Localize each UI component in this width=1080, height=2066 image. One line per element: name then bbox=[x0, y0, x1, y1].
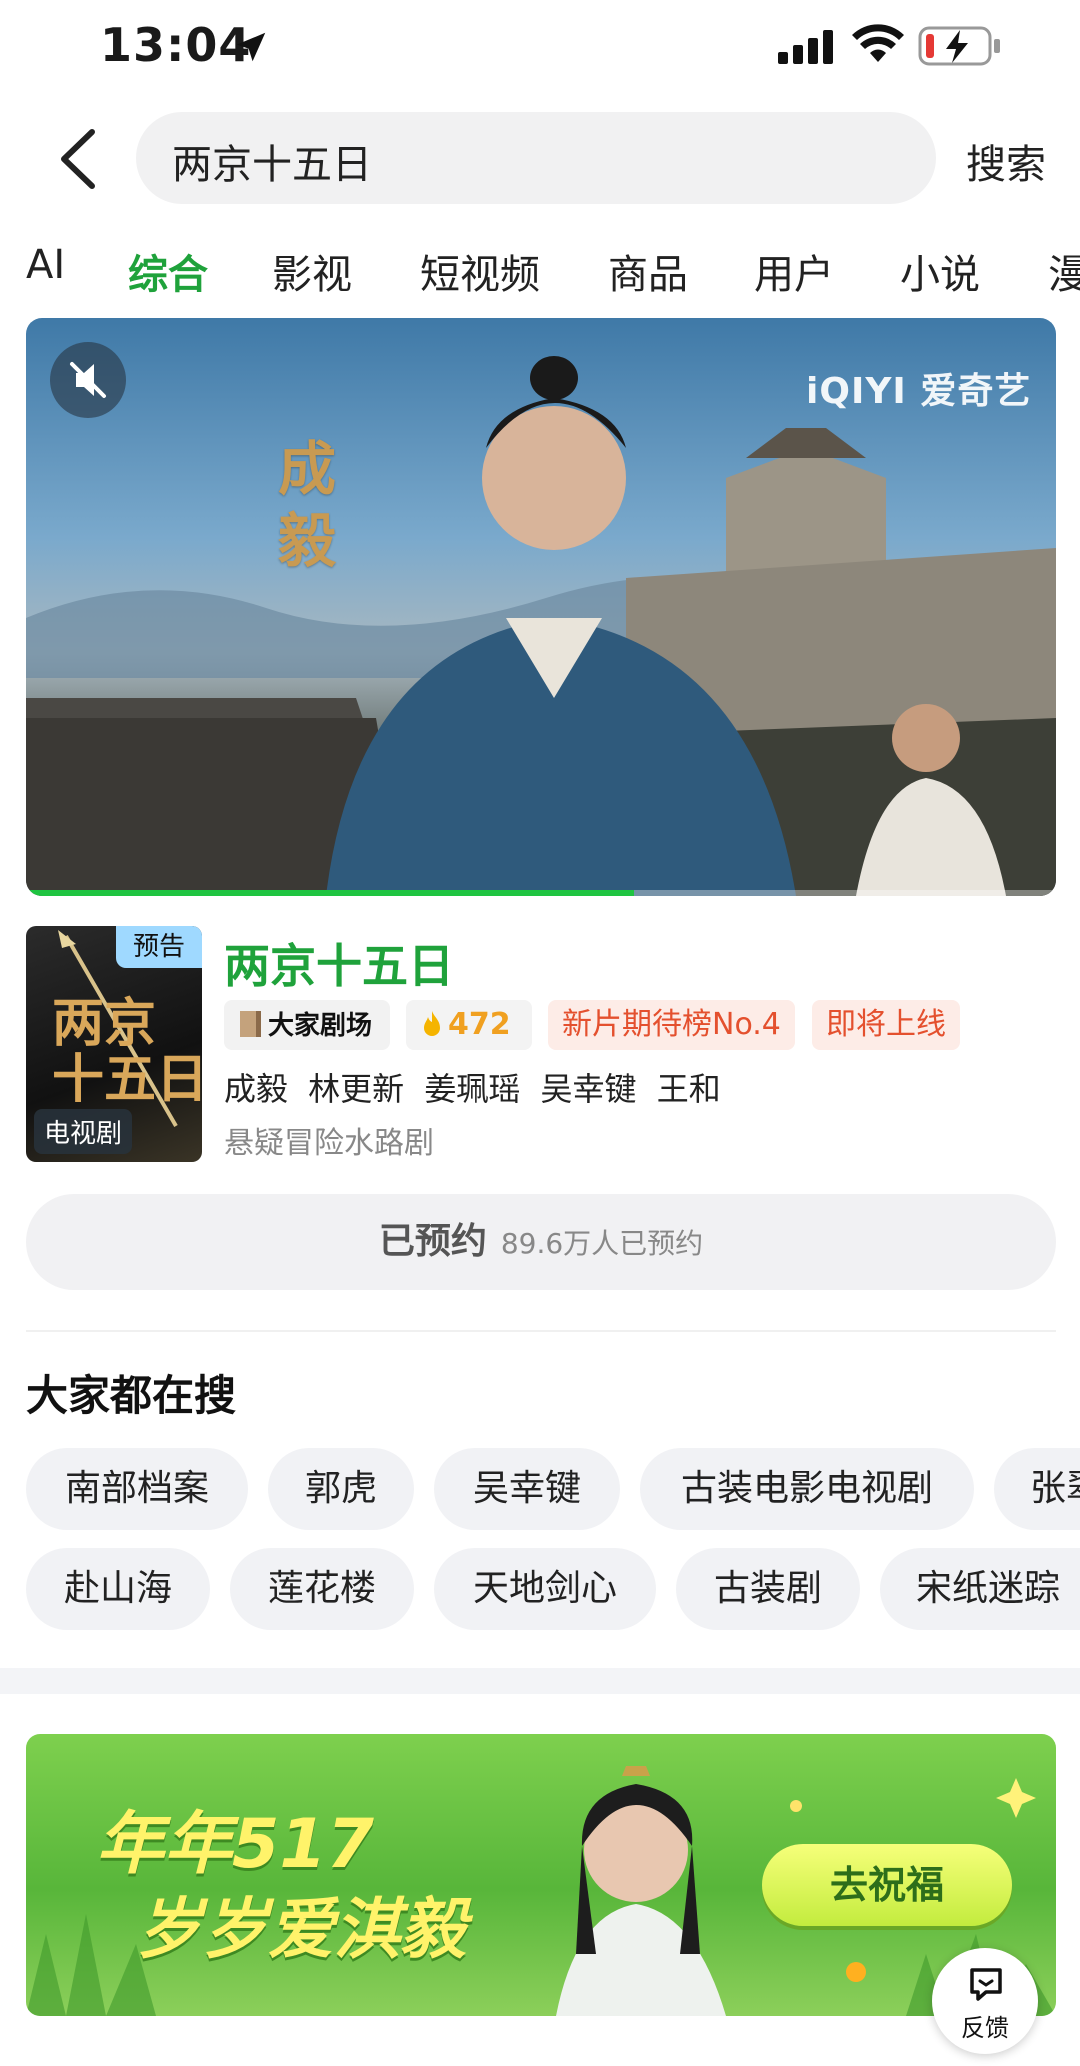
category-tabs: AI 综合 影视 短视频 商品 用户 小说 漫 bbox=[0, 236, 1080, 316]
feedback-label: 反馈 bbox=[961, 2014, 1009, 2042]
trending-chip[interactable]: 吴幸键 bbox=[434, 1448, 620, 1530]
heat-value: 472 bbox=[448, 1007, 511, 1042]
tab-ai[interactable]: AI bbox=[26, 242, 65, 288]
reserve-button[interactable]: 已预约 89.6万人已预约 bbox=[26, 1194, 1056, 1290]
promo-headline-line2: 岁岁爱淇毅 bbox=[136, 1891, 466, 1968]
video-player[interactable]: 成毅 iQIYI 爱奇艺 bbox=[26, 318, 1056, 896]
reserve-label: 已预约 bbox=[378, 1221, 487, 1262]
poster-calligraphy-title: 两京 十五日 bbox=[52, 993, 202, 1110]
cellular-signal-icon bbox=[778, 30, 833, 64]
tab-comprehensive[interactable]: 综合 bbox=[128, 242, 208, 300]
tab-products[interactable]: 商品 bbox=[608, 242, 688, 300]
trending-chip[interactable]: 宋纸迷踪 bbox=[880, 1548, 1080, 1630]
promo-headline-line1: 年年517 bbox=[96, 1805, 374, 1884]
channel-tag-label: 大家剧场 bbox=[268, 1011, 373, 1041]
video-progress-track[interactable] bbox=[26, 890, 1056, 896]
search-query-text: 两京十五日 bbox=[172, 142, 372, 188]
section-gap bbox=[0, 1668, 1080, 1694]
speaker-muted-icon bbox=[70, 362, 106, 398]
feedback-button[interactable]: 反馈 bbox=[932, 1948, 1038, 2054]
show-poster[interactable]: 两京 十五日 预告 电视剧 bbox=[26, 926, 202, 1162]
tab-short-video[interactable]: 短视频 bbox=[420, 242, 540, 300]
trending-chip[interactable]: 张翠 bbox=[994, 1448, 1080, 1530]
trailer-badge: 预告 bbox=[116, 926, 202, 968]
trending-chip[interactable]: 天地剑心 bbox=[434, 1548, 656, 1630]
promo-portrait-illustration bbox=[556, 1766, 726, 2016]
ranking-tag[interactable]: 新片期待榜No.4 bbox=[548, 1000, 795, 1050]
show-title[interactable]: 两京十五日 bbox=[224, 930, 454, 996]
tab-film-tv[interactable]: 影视 bbox=[272, 242, 352, 300]
channel-tag[interactable]: 大家剧场 bbox=[224, 1000, 390, 1050]
video-calligraphy-title: 成毅 bbox=[268, 438, 336, 582]
trending-chip[interactable]: 古装电影电视剧 bbox=[640, 1448, 974, 1530]
status-bar: 13:04 bbox=[0, 0, 1080, 96]
content-type-badge: 电视剧 bbox=[34, 1109, 133, 1154]
mute-button[interactable] bbox=[50, 342, 126, 418]
battery-charging-icon bbox=[918, 26, 1000, 66]
tab-comics[interactable]: 漫 bbox=[1048, 242, 1080, 300]
search-button[interactable]: 搜索 bbox=[966, 132, 1046, 190]
feedback-chat-icon bbox=[970, 1968, 1002, 2001]
promo-banner[interactable]: 年年517 岁岁爱淇毅 去祝福 bbox=[26, 1734, 1056, 2016]
section-divider bbox=[26, 1330, 1056, 1332]
tab-novels[interactable]: 小说 bbox=[900, 242, 980, 300]
send-wishes-button[interactable]: 去祝福 bbox=[762, 1844, 1012, 1926]
wifi-icon bbox=[852, 24, 904, 62]
location-arrow-icon bbox=[236, 32, 266, 62]
iqiyi-logo: iQIYI 爱奇艺 bbox=[806, 371, 1032, 412]
trending-chip[interactable]: 古装剧 bbox=[676, 1548, 860, 1630]
heat-tag: 472 bbox=[406, 1000, 532, 1050]
release-status-tag: 即将上线 bbox=[812, 1000, 960, 1050]
trending-chip[interactable]: 郭虎 bbox=[268, 1448, 414, 1530]
status-time: 13:04 bbox=[100, 18, 252, 72]
search-input[interactable]: 两京十五日 bbox=[136, 112, 936, 204]
flame-icon bbox=[424, 1011, 440, 1036]
genre-label: 悬疑冒险水路剧 bbox=[224, 1126, 434, 1161]
video-progress-fill bbox=[26, 890, 634, 896]
tab-users[interactable]: 用户 bbox=[754, 242, 834, 300]
cast-list: 成毅 林更新 姜珮瑶 吴幸键 王和 bbox=[224, 1070, 721, 1108]
trending-section-title: 大家都在搜 bbox=[26, 1371, 237, 1420]
trending-chip[interactable]: 莲花楼 bbox=[230, 1548, 414, 1630]
reserve-count: 89.6万人已预约 bbox=[500, 1227, 704, 1260]
trending-chip[interactable]: 南部档案 bbox=[26, 1448, 248, 1530]
back-chevron-icon[interactable] bbox=[52, 126, 112, 192]
book-icon bbox=[240, 1011, 261, 1037]
trending-chip[interactable]: 赴山海 bbox=[26, 1548, 210, 1630]
